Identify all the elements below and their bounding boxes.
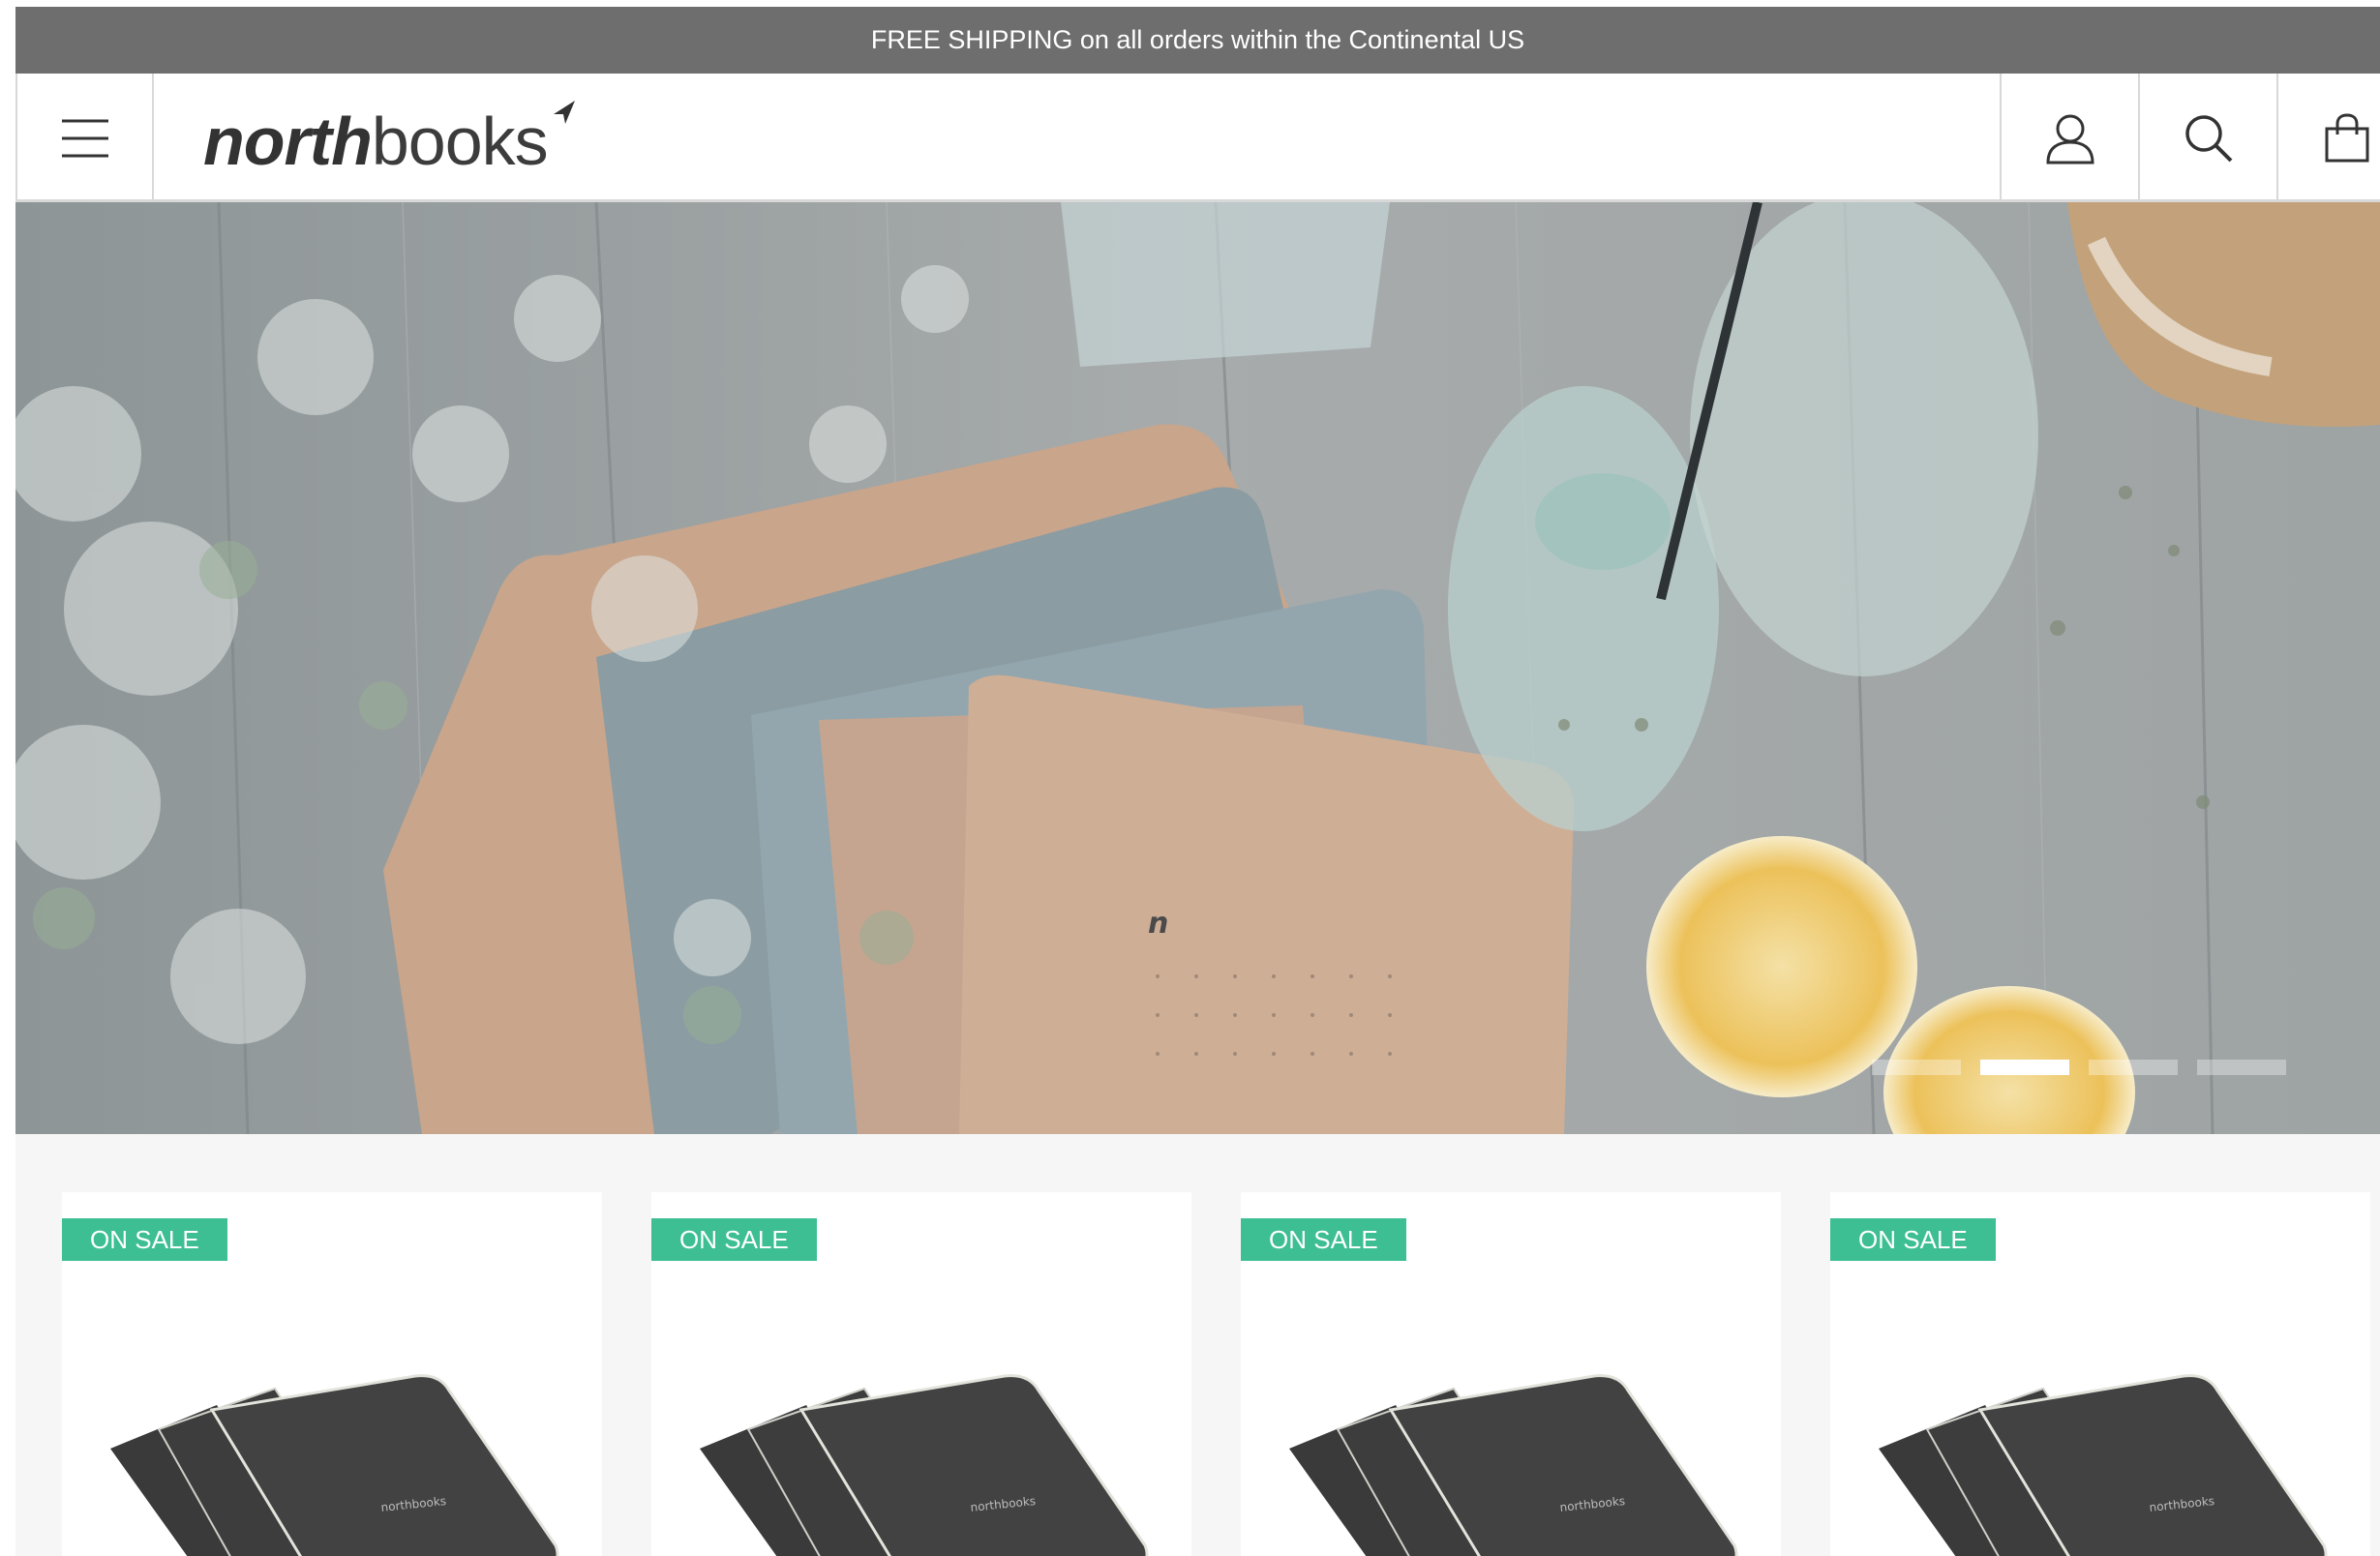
logo-arrow-icon: [553, 101, 575, 124]
announcement-text: FREE SHIPPING on all orders within the C…: [870, 25, 1525, 54]
sale-badge: ON SALE: [62, 1218, 227, 1261]
product-image: northbooks: [1879, 1374, 2328, 1556]
svg-text:n: n: [1148, 907, 1168, 941]
carousel-dot-1[interactable]: [1872, 1060, 1961, 1075]
menu-button[interactable]: [15, 74, 154, 202]
sale-badge: ON SALE: [651, 1218, 817, 1261]
announcement-bar: FREE SHIPPING on all orders within the C…: [15, 7, 2380, 74]
carousel-dot-3[interactable]: [2089, 1060, 2178, 1075]
cart-icon: [2325, 112, 2368, 162]
search-icon: [2184, 114, 2232, 162]
carousel-dot-2[interactable]: [1980, 1060, 2069, 1075]
logo-books-text: books: [371, 104, 549, 179]
carousel-indicators: [1872, 1060, 2286, 1075]
product-grid: ON SALE northbooks ON SALE northbooks ON SAL…: [15, 1134, 2380, 1556]
product-card[interactable]: ON SALE northbooks: [651, 1192, 1191, 1556]
product-card[interactable]: ON SALE northbooks: [62, 1192, 602, 1556]
account-button[interactable]: [2000, 74, 2138, 202]
sale-badge: ON SALE: [1241, 1218, 1406, 1261]
site-header: north books: [15, 74, 2380, 202]
sale-badge: ON SALE: [1830, 1218, 1996, 1261]
carousel-dot-4[interactable]: [2197, 1060, 2286, 1075]
product-image: northbooks: [1289, 1374, 1738, 1556]
product-image: northbooks: [110, 1374, 559, 1556]
search-button[interactable]: [2138, 74, 2276, 202]
menu-icon: [61, 119, 108, 157]
site-logo[interactable]: north books: [203, 101, 575, 180]
logo-north-text: north: [203, 104, 373, 179]
product-image: northbooks: [700, 1374, 1149, 1556]
hero-image: n: [15, 202, 2380, 1134]
hero-carousel[interactable]: n: [15, 202, 2380, 1134]
account-icon: [2045, 114, 2094, 164]
page: FREE SHIPPING on all orders within the C…: [15, 7, 2380, 1556]
product-card[interactable]: ON SALE northbooks: [1241, 1192, 1781, 1556]
product-card[interactable]: ON SALE northbooks: [1830, 1192, 2370, 1556]
cart-button[interactable]: [2276, 74, 2380, 202]
